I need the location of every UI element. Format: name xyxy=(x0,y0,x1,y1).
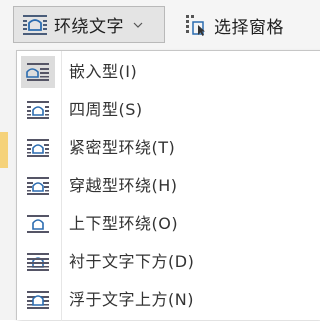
selection-pane-icon xyxy=(184,13,208,37)
through-wrap-icon xyxy=(21,170,55,202)
document-margin xyxy=(0,50,16,320)
document-highlight xyxy=(0,132,8,168)
selection-pane-button[interactable]: 选择窗格 xyxy=(184,8,284,42)
menu-item-label: 紧密型环绕(T) xyxy=(69,138,176,157)
menu-item-in-front-of-text[interactable]: 浮于文字上方(N) xyxy=(17,281,320,319)
menu-item-label: 嵌入型(I) xyxy=(69,62,138,81)
chevron-down-icon xyxy=(132,19,144,31)
tight-wrap-icon xyxy=(21,132,55,164)
menu-item-through[interactable]: 穿越型环绕(H) xyxy=(17,167,320,205)
top-bottom-wrap-icon xyxy=(21,208,55,240)
menu-item-tight[interactable]: 紧密型环绕(T) xyxy=(17,129,320,167)
menu-item-label: 四周型(S) xyxy=(69,100,143,119)
behind-text-icon xyxy=(21,246,55,278)
wrap-text-button[interactable]: 环绕文字 xyxy=(13,6,165,43)
square-wrap-icon xyxy=(21,94,55,126)
wrap-text-label: 环绕文字 xyxy=(54,17,124,37)
in-front-of-text-icon xyxy=(21,284,55,316)
inline-with-text-icon xyxy=(21,56,55,88)
ribbon-toolbar: 环绕文字 选择窗格 xyxy=(0,0,320,50)
menu-item-label: 穿越型环绕(H) xyxy=(69,176,178,195)
menu-item-behind-text[interactable]: 衬于文字下方(D) xyxy=(17,243,320,281)
menu-item-label: 衬于文字下方(D) xyxy=(69,252,195,271)
menu-item-inline[interactable]: 嵌入型(I) xyxy=(17,53,320,91)
menu-item-top-bottom[interactable]: 上下型环绕(O) xyxy=(17,205,320,243)
menu-item-square[interactable]: 四周型(S) xyxy=(17,91,320,129)
menu-item-label: 上下型环绕(O) xyxy=(69,214,179,233)
wrap-text-dropdown-menu: 嵌入型(I) 四周型(S) 紧密型环绕(T) 穿越型环绕(H) 上下型环绕(O)… xyxy=(16,50,320,321)
menu-item-label: 浮于文字上方(N) xyxy=(69,290,194,309)
selection-pane-label: 选择窗格 xyxy=(214,17,284,38)
wrap-text-icon xyxy=(22,14,48,36)
